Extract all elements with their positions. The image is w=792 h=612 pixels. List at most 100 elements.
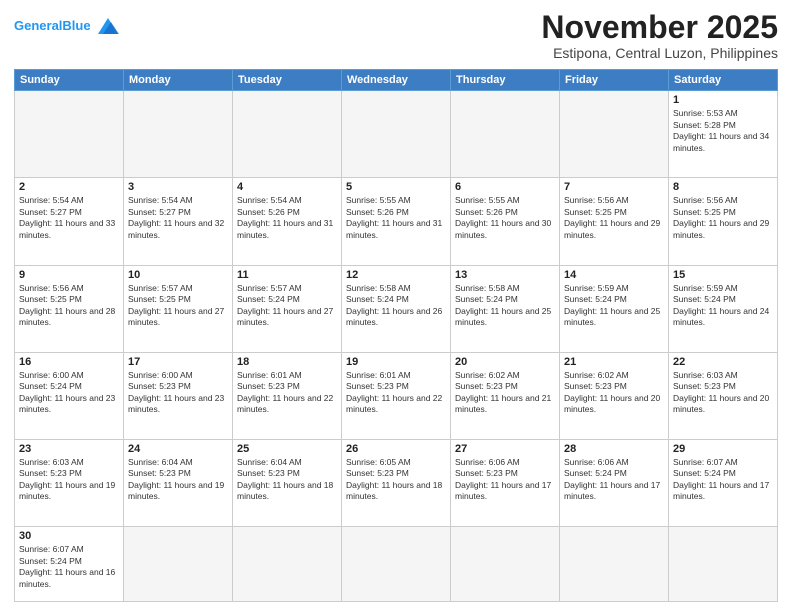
day-num-30: 30 <box>19 530 119 542</box>
empty-cell <box>451 91 560 178</box>
day-num-18: 18 <box>237 356 337 368</box>
day-info-4: Sunrise: 5:54 AM Sunset: 5:26 PM Dayligh… <box>237 195 337 241</box>
day-5: 5 Sunrise: 5:55 AM Sunset: 5:26 PM Dayli… <box>342 178 451 265</box>
day-info-15: Sunrise: 5:59 AM Sunset: 5:24 PM Dayligh… <box>673 283 773 329</box>
col-sunday: Sunday <box>15 70 124 91</box>
day-16: 16 Sunrise: 6:00 AM Sunset: 5:24 PM Dayl… <box>15 352 124 439</box>
day-num-22: 22 <box>673 356 773 368</box>
day-info-10: Sunrise: 5:57 AM Sunset: 5:25 PM Dayligh… <box>128 283 228 329</box>
empty-cell <box>233 527 342 602</box>
header: GeneralBlue November 2025 Estipona, Cent… <box>14 10 778 61</box>
day-num-9: 9 <box>19 269 119 281</box>
day-2: 2 Sunrise: 5:54 AM Sunset: 5:27 PM Dayli… <box>15 178 124 265</box>
week-row-5: 23 Sunrise: 6:03 AM Sunset: 5:23 PM Dayl… <box>15 440 778 527</box>
day-12: 12 Sunrise: 5:58 AM Sunset: 5:24 PM Dayl… <box>342 265 451 352</box>
day-23: 23 Sunrise: 6:03 AM Sunset: 5:23 PM Dayl… <box>15 440 124 527</box>
day-info-30: Sunrise: 6:07 AM Sunset: 5:24 PM Dayligh… <box>19 544 119 590</box>
logo-blue: Blue <box>62 18 90 33</box>
day-num-20: 20 <box>455 356 555 368</box>
day-9: 9 Sunrise: 5:56 AM Sunset: 5:25 PM Dayli… <box>15 265 124 352</box>
empty-cell <box>560 91 669 178</box>
day-num-11: 11 <box>237 269 337 281</box>
empty-cell <box>342 91 451 178</box>
day-num-7: 7 <box>564 181 664 193</box>
day-num-25: 25 <box>237 443 337 455</box>
day-7: 7 Sunrise: 5:56 AM Sunset: 5:25 PM Dayli… <box>560 178 669 265</box>
day-info-19: Sunrise: 6:01 AM Sunset: 5:23 PM Dayligh… <box>346 370 446 416</box>
day-24: 24 Sunrise: 6:04 AM Sunset: 5:23 PM Dayl… <box>124 440 233 527</box>
day-num-27: 27 <box>455 443 555 455</box>
day-info-26: Sunrise: 6:05 AM Sunset: 5:23 PM Dayligh… <box>346 457 446 503</box>
day-num-26: 26 <box>346 443 446 455</box>
empty-cell <box>342 527 451 602</box>
day-num-2: 2 <box>19 181 119 193</box>
day-num-23: 23 <box>19 443 119 455</box>
day-num-13: 13 <box>455 269 555 281</box>
day-num-19: 19 <box>346 356 446 368</box>
day-num-14: 14 <box>564 269 664 281</box>
day-1: 1 Sunrise: 5:53 AM Sunset: 5:28 PM Dayli… <box>669 91 778 178</box>
location: Estipona, Central Luzon, Philippines <box>541 45 778 61</box>
logo-general: General <box>14 18 62 33</box>
col-tuesday: Tuesday <box>233 70 342 91</box>
day-info-7: Sunrise: 5:56 AM Sunset: 5:25 PM Dayligh… <box>564 195 664 241</box>
day-info-2: Sunrise: 5:54 AM Sunset: 5:27 PM Dayligh… <box>19 195 119 241</box>
day-25: 25 Sunrise: 6:04 AM Sunset: 5:23 PM Dayl… <box>233 440 342 527</box>
empty-cell <box>15 91 124 178</box>
empty-cell <box>124 527 233 602</box>
day-info-11: Sunrise: 5:57 AM Sunset: 5:24 PM Dayligh… <box>237 283 337 329</box>
day-19: 19 Sunrise: 6:01 AM Sunset: 5:23 PM Dayl… <box>342 352 451 439</box>
day-num-15: 15 <box>673 269 773 281</box>
week-row-1: 1 Sunrise: 5:53 AM Sunset: 5:28 PM Dayli… <box>15 91 778 178</box>
day-28: 28 Sunrise: 6:06 AM Sunset: 5:24 PM Dayl… <box>560 440 669 527</box>
col-wednesday: Wednesday <box>342 70 451 91</box>
day-info-13: Sunrise: 5:58 AM Sunset: 5:24 PM Dayligh… <box>455 283 555 329</box>
empty-cell <box>669 527 778 602</box>
day-info-17: Sunrise: 6:00 AM Sunset: 5:23 PM Dayligh… <box>128 370 228 416</box>
week-row-4: 16 Sunrise: 6:00 AM Sunset: 5:24 PM Dayl… <box>15 352 778 439</box>
day-info-22: Sunrise: 6:03 AM Sunset: 5:23 PM Dayligh… <box>673 370 773 416</box>
day-info-25: Sunrise: 6:04 AM Sunset: 5:23 PM Dayligh… <box>237 457 337 503</box>
day-14: 14 Sunrise: 5:59 AM Sunset: 5:24 PM Dayl… <box>560 265 669 352</box>
day-6: 6 Sunrise: 5:55 AM Sunset: 5:26 PM Dayli… <box>451 178 560 265</box>
day-info-9: Sunrise: 5:56 AM Sunset: 5:25 PM Dayligh… <box>19 283 119 329</box>
day-29: 29 Sunrise: 6:07 AM Sunset: 5:24 PM Dayl… <box>669 440 778 527</box>
day-15: 15 Sunrise: 5:59 AM Sunset: 5:24 PM Dayl… <box>669 265 778 352</box>
day-info-23: Sunrise: 6:03 AM Sunset: 5:23 PM Dayligh… <box>19 457 119 503</box>
day-info-28: Sunrise: 6:06 AM Sunset: 5:24 PM Dayligh… <box>564 457 664 503</box>
day-num-5: 5 <box>346 181 446 193</box>
day-num-28: 28 <box>564 443 664 455</box>
logo-icon <box>93 14 123 38</box>
day-info-8: Sunrise: 5:56 AM Sunset: 5:25 PM Dayligh… <box>673 195 773 241</box>
day-num-21: 21 <box>564 356 664 368</box>
day-20: 20 Sunrise: 6:02 AM Sunset: 5:23 PM Dayl… <box>451 352 560 439</box>
col-saturday: Saturday <box>669 70 778 91</box>
day-num-16: 16 <box>19 356 119 368</box>
page: GeneralBlue November 2025 Estipona, Cent… <box>0 0 792 612</box>
day-10: 10 Sunrise: 5:57 AM Sunset: 5:25 PM Dayl… <box>124 265 233 352</box>
col-friday: Friday <box>560 70 669 91</box>
week-row-2: 2 Sunrise: 5:54 AM Sunset: 5:27 PM Dayli… <box>15 178 778 265</box>
empty-cell <box>451 527 560 602</box>
weekday-header-row: Sunday Monday Tuesday Wednesday Thursday… <box>15 70 778 91</box>
title-block: November 2025 Estipona, Central Luzon, P… <box>541 10 778 61</box>
col-monday: Monday <box>124 70 233 91</box>
day-info-1: Sunrise: 5:53 AM Sunset: 5:28 PM Dayligh… <box>673 108 773 154</box>
day-info-16: Sunrise: 6:00 AM Sunset: 5:24 PM Dayligh… <box>19 370 119 416</box>
day-num-6: 6 <box>455 181 555 193</box>
empty-cell <box>124 91 233 178</box>
day-21: 21 Sunrise: 6:02 AM Sunset: 5:23 PM Dayl… <box>560 352 669 439</box>
day-8: 8 Sunrise: 5:56 AM Sunset: 5:25 PM Dayli… <box>669 178 778 265</box>
day-26: 26 Sunrise: 6:05 AM Sunset: 5:23 PM Dayl… <box>342 440 451 527</box>
day-info-6: Sunrise: 5:55 AM Sunset: 5:26 PM Dayligh… <box>455 195 555 241</box>
day-num-1: 1 <box>673 94 773 106</box>
month-title: November 2025 <box>541 10 778 45</box>
calendar-table: Sunday Monday Tuesday Wednesday Thursday… <box>14 69 778 602</box>
empty-cell <box>233 91 342 178</box>
empty-cell <box>560 527 669 602</box>
logo-text: GeneralBlue <box>14 19 91 33</box>
day-30: 30 Sunrise: 6:07 AM Sunset: 5:24 PM Dayl… <box>15 527 124 602</box>
day-27: 27 Sunrise: 6:06 AM Sunset: 5:23 PM Dayl… <box>451 440 560 527</box>
day-info-14: Sunrise: 5:59 AM Sunset: 5:24 PM Dayligh… <box>564 283 664 329</box>
day-num-29: 29 <box>673 443 773 455</box>
